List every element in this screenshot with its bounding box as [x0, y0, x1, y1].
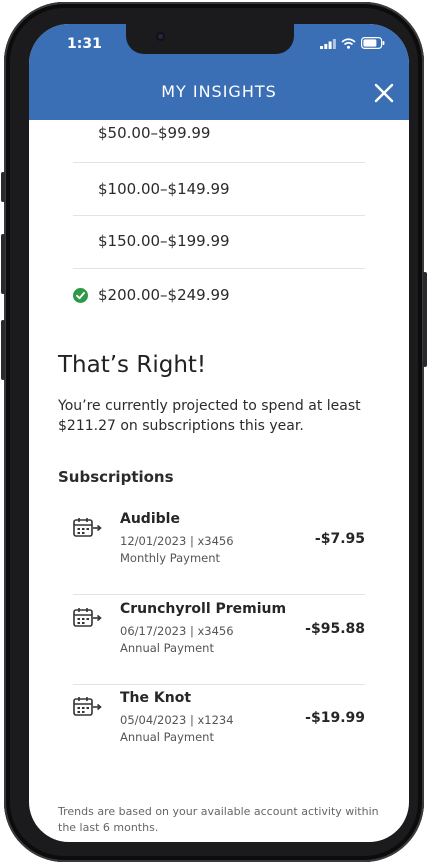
subscription-row[interactable]: The Knot 05/04/2023 | x1234 Annual Payme…	[73, 684, 365, 773]
wifi-icon	[341, 37, 356, 49]
subscription-frequency: Annual Payment	[120, 641, 214, 655]
subscription-amount: -$95.88	[305, 621, 365, 637]
close-button[interactable]	[373, 82, 395, 104]
answer-option-label: $100.00–$149.99	[98, 180, 230, 198]
answer-option-selected[interactable]: $200.00–$249.99	[73, 269, 365, 321]
answer-option[interactable]: $150.00–$199.99	[73, 216, 365, 269]
subscription-frequency: Monthly Payment	[120, 551, 221, 565]
subscription-name: Audible	[120, 511, 180, 527]
subscriptions-heading: Subscriptions	[58, 468, 174, 486]
status-time: 1:31	[67, 36, 102, 52]
camera-notch	[126, 24, 294, 54]
subscription-date-account: 12/01/2023 | x3456	[120, 534, 234, 548]
answer-option-label: $150.00–$199.99	[98, 232, 230, 250]
calendar-arrow-icon	[73, 608, 102, 627]
insights-content: $50.00–$99.99 $100.00–$149.99 $150.00–$1…	[29, 120, 409, 842]
trends-footnote: Trends are based on your available accou…	[58, 805, 379, 834]
battery-icon	[361, 37, 385, 49]
result-title: That’s Right!	[58, 352, 207, 378]
signal-icon	[320, 38, 336, 49]
subscription-amount: -$19.99	[305, 710, 365, 726]
mute-switch	[1, 172, 5, 202]
app-screen: 1:31 MY INSIGHTS $50.00–$99.99 $100.00–$…	[29, 24, 409, 842]
subscription-date-account: 05/04/2023 | x1234	[120, 713, 234, 727]
close-icon	[374, 83, 394, 103]
answer-option-label: $200.00–$249.99	[98, 286, 230, 304]
calendar-arrow-icon	[73, 697, 102, 716]
subscription-name: Crunchyroll Premium	[120, 601, 287, 617]
answer-option[interactable]: $100.00–$149.99	[73, 163, 365, 216]
status-icons	[320, 37, 385, 49]
check-circle-icon	[73, 288, 88, 303]
phone-frame: 1:31 MY INSIGHTS $50.00–$99.99 $100.00–$…	[1, 2, 427, 862]
page-title: MY INSIGHTS	[161, 82, 277, 101]
subscription-frequency: Annual Payment	[120, 730, 214, 744]
volume-up-button	[1, 234, 5, 294]
front-camera	[156, 32, 165, 41]
subscription-name: The Knot	[120, 690, 192, 706]
subscription-row[interactable]: Audible 12/01/2023 | x3456 Monthly Payme…	[73, 505, 365, 595]
power-button	[423, 272, 427, 367]
subscription-amount: -$7.95	[314, 531, 365, 547]
answer-option[interactable]: $50.00–$99.99	[73, 120, 365, 163]
subscription-date-account: 06/17/2023 | x3456	[120, 624, 234, 638]
volume-down-button	[1, 320, 5, 380]
answer-option-label: $50.00–$99.99	[98, 124, 211, 142]
result-text: You’re currently projected to spend at l…	[58, 398, 361, 434]
subscription-row[interactable]: Crunchyroll Premium 06/17/2023 | x3456 A…	[73, 595, 365, 685]
app-header: 1:31 MY INSIGHTS	[29, 24, 409, 120]
calendar-arrow-icon	[73, 518, 102, 537]
